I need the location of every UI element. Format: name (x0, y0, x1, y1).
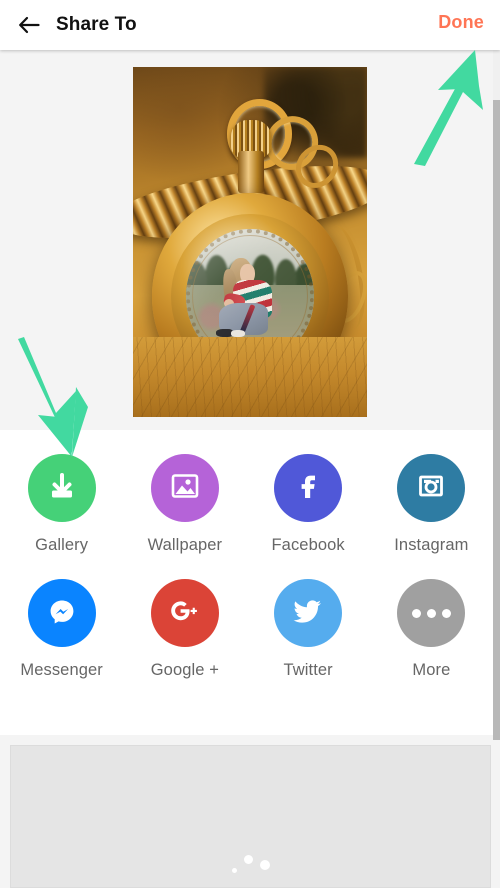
loading-dots-icon (231, 853, 270, 873)
twitter-icon-circle[interactable] (274, 579, 343, 647)
page-title: Share To (56, 14, 137, 35)
share-target-google-plus[interactable]: Google + (127, 555, 242, 680)
share-target-wallpaper[interactable]: Wallpaper (127, 430, 242, 555)
share-target-facebook[interactable]: Facebook (251, 430, 366, 555)
wallpaper-icon-circle[interactable] (150, 454, 219, 522)
instagram-icon-circle[interactable] (397, 454, 466, 522)
google-plus-icon-circle[interactable] (150, 579, 219, 647)
share-target-label: More (412, 661, 451, 679)
share-target-twitter[interactable]: Twitter (251, 555, 366, 680)
share-row: Messenger Google + Twitter More (0, 555, 493, 680)
share-target-label: Gallery (35, 536, 89, 554)
google-plus-icon (167, 596, 203, 631)
preview-section (0, 50, 493, 430)
share-target-label: Instagram (394, 536, 469, 554)
share-target-label: Google + (150, 661, 219, 679)
ad-band (0, 735, 500, 888)
messenger-icon-circle[interactable] (27, 579, 96, 647)
share-target-label: Facebook (271, 536, 345, 554)
facebook-icon (291, 469, 325, 508)
scrollbar-thumb[interactable] (493, 100, 500, 740)
messenger-icon (45, 594, 79, 633)
artwork-map-surface (133, 336, 367, 417)
back-button[interactable] (6, 0, 52, 50)
image-icon (169, 470, 201, 507)
artwork-watch-stem (238, 151, 265, 193)
more-icon-circle[interactable] (397, 579, 466, 647)
facebook-icon-circle[interactable] (274, 454, 343, 522)
preview-image[interactable] (133, 67, 367, 417)
instagram-icon (415, 470, 447, 507)
scrollbar-track[interactable] (493, 50, 500, 740)
twitter-icon (291, 596, 325, 631)
app-bar: Share To Done (0, 0, 500, 50)
gallery-icon-circle[interactable] (27, 454, 96, 522)
share-target-label: Twitter (283, 661, 333, 679)
share-target-label: Messenger (20, 661, 103, 679)
share-target-instagram[interactable]: Instagram (374, 430, 489, 555)
download-icon (45, 469, 79, 508)
share-target-more[interactable]: More (374, 555, 489, 680)
share-target-gallery[interactable]: Gallery (4, 430, 119, 555)
more-dots-icon (411, 608, 451, 618)
ad-placeholder[interactable] (10, 745, 491, 888)
share-row: Gallery Wallpaper Facebook Instagram (0, 430, 493, 555)
done-button[interactable]: Done (438, 12, 484, 33)
share-targets-section: Gallery Wallpaper Facebook Instagram Mes… (0, 430, 493, 680)
share-target-label: Wallpaper (147, 536, 223, 554)
arrow-left-icon (17, 15, 41, 35)
share-target-messenger[interactable]: Messenger (4, 555, 119, 680)
